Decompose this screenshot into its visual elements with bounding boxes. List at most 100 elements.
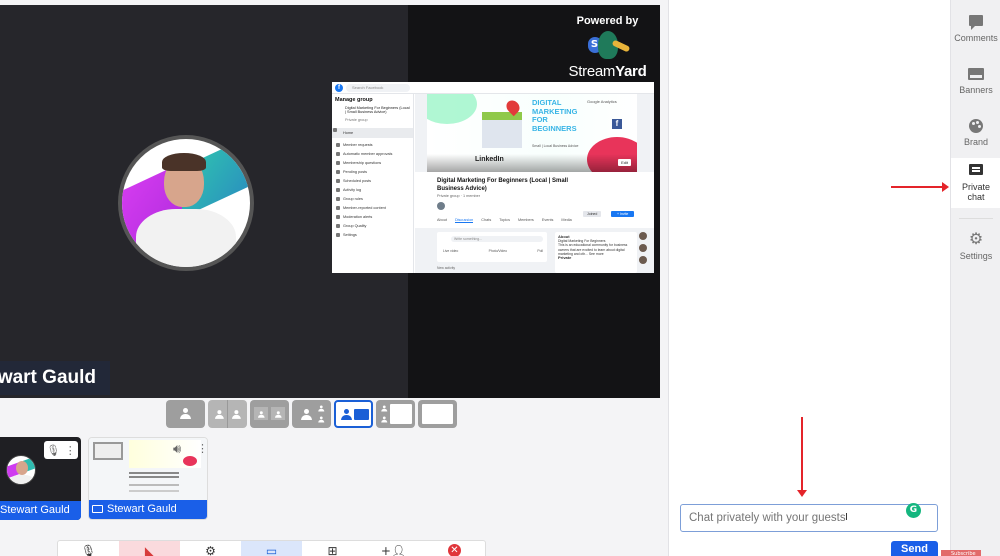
cover-google-analytics: Google Analytics — [587, 99, 617, 104]
banner-icon — [968, 66, 984, 82]
studio-toolbar: 🎙︎ ◣ ⚙ ▭ ⊞ +👤︎ ✕ — [57, 540, 486, 556]
presenter-name-tag: Stewart Gauld — [0, 361, 110, 395]
sidebar-item-settings[interactable]: ⚙ Settings — [951, 232, 1000, 268]
screen-icon — [354, 409, 369, 420]
sidebar-item-label: Banners — [959, 85, 993, 95]
send-button[interactable]: Send — [891, 541, 938, 556]
layout-selector — [166, 400, 457, 428]
mic-button[interactable]: 🎙︎ — [58, 541, 119, 556]
layout-screen-only-button[interactable] — [418, 400, 457, 428]
microphone-icon[interactable]: 🎙︎ — [46, 444, 60, 457]
guest-avatar — [6, 455, 36, 485]
fb-tab: About — [437, 218, 447, 222]
person-face — [16, 461, 28, 475]
camera-off-button[interactable]: ◣ — [119, 541, 180, 556]
fb-sidebar-item: Group rules — [335, 197, 410, 202]
invite-guest-button[interactable]: +👤︎ — [363, 541, 424, 556]
guest-thumbnail-screen[interactable]: 🔊︎ ⋮ Stewart Gauld — [88, 437, 208, 520]
fb-action: Photo/Video — [488, 249, 508, 253]
leave-studio-button[interactable]: ✕ — [424, 541, 485, 556]
layout-screen-thin-button[interactable] — [376, 400, 415, 428]
fb-cover-image: DIGITAL MARKETING FOR BEGINNERS Small | … — [427, 94, 637, 172]
fb-topbar: f Search Facebook — [332, 82, 654, 94]
person-icon — [301, 409, 312, 420]
fb-group-tabs: About Discussion Chats Topics Members Ev… — [437, 218, 572, 223]
wordmark-light: Stream — [568, 63, 616, 80]
preview-lines — [129, 472, 179, 474]
layout-screen-sidebar-button[interactable] — [334, 400, 373, 428]
fb-search: Search Facebook — [346, 84, 410, 92]
person-icon — [381, 416, 388, 423]
sidebar-item-comments[interactable]: Comments — [951, 14, 1000, 50]
facebook-logo-icon: f — [335, 84, 343, 92]
settings-button[interactable]: ⚙ — [180, 541, 241, 556]
divider — [227, 400, 228, 428]
monitor-icon — [92, 505, 103, 513]
person-hair — [162, 153, 206, 171]
broadcast-stage: Stewart Gauld Powered by S StreamYard f … — [0, 5, 660, 398]
fb-contact-avatar — [639, 244, 647, 252]
grammarly-icon[interactable]: G — [906, 503, 921, 518]
more-options-icon[interactable]: ⋮ — [197, 442, 207, 455]
fb-sidebar-title: Manage group — [335, 97, 373, 103]
studio-area: Stewart Gauld Powered by S StreamYard f … — [0, 0, 668, 556]
add-person-icon: +👤︎ — [380, 544, 407, 556]
guest-controls: 🎙︎ ⋮ — [44, 441, 78, 459]
sidebar-item-private-chat[interactable]: Private chat — [951, 158, 1000, 208]
fb-tab: Media — [561, 218, 572, 222]
person-icon — [381, 405, 388, 412]
sidebar-item-brand[interactable]: Brand — [951, 118, 1000, 154]
person-shirt — [10, 475, 34, 484]
layout-group-button[interactable] — [250, 400, 289, 428]
fb-composer-actions: Live video Photo/Video Poll — [443, 249, 543, 253]
screen-icon — [422, 404, 453, 424]
fb-sidebar-item: Activity log — [335, 188, 410, 193]
fb-group-title: Digital Marketing For Beginners (Local |… — [437, 178, 569, 192]
cover-linkedin: LinkedIn — [475, 156, 504, 163]
fb-action: Live video — [443, 249, 459, 253]
fb-sidebar-item: Pending posts — [335, 170, 410, 175]
chat-icon — [968, 163, 984, 179]
palette-icon — [968, 118, 984, 134]
fb-tab: Events — [541, 218, 554, 222]
private-chat-input[interactable] — [680, 504, 938, 532]
person-shirt — [136, 209, 236, 267]
layout-solo-button[interactable] — [166, 400, 205, 428]
fb-contact-avatar — [639, 256, 647, 264]
add-media-button[interactable]: ⊞ — [302, 541, 363, 556]
fb-group-main: DIGITAL MARKETING FOR BEGINNERS Small | … — [415, 94, 654, 273]
close-circle-icon: ✕ — [448, 544, 461, 556]
fb-about-text: This is an educational community for bus… — [558, 243, 628, 256]
fb-tab: Topics — [499, 218, 510, 222]
fb-sidebar-group-name: Digital Marketing For Beginners (Local |… — [345, 106, 410, 115]
share-screen-button[interactable]: ▭ — [241, 541, 302, 556]
camera-off-icon: ◣ — [144, 544, 155, 556]
powered-by-label: Powered by — [576, 15, 639, 27]
subscribe-overlay-badge[interactable]: Subscribe — [941, 550, 981, 556]
sidebar-item-banners[interactable]: Banners — [951, 66, 1000, 102]
fb-group-meta: Private group · 1 member — [437, 194, 481, 198]
guest-name: Stewart Gauld — [107, 503, 177, 515]
fb-sidebar-item: Moderation alerts — [335, 215, 410, 220]
speaker-icon[interactable]: 🔊︎ — [173, 442, 181, 457]
person-icon — [180, 408, 191, 419]
preview-shape — [183, 456, 197, 466]
fb-sidebar-item: Group Quality — [335, 224, 410, 229]
layout-leader-button[interactable] — [292, 400, 331, 428]
gear-icon: ⚙ — [205, 544, 216, 556]
person-icon — [318, 405, 325, 412]
gear-icon: ⚙ — [968, 231, 984, 248]
presenter-camera-avatar — [118, 135, 254, 271]
presenter-name: Stewart Gauld — [0, 367, 96, 388]
more-options-icon[interactable]: ⋮ — [65, 444, 76, 457]
fb-tab: Chats — [481, 218, 492, 222]
cover-facebook-icon: f — [612, 119, 622, 129]
guest-thumbnail-camera[interactable]: 🎙︎ ⋮ Stewart Gauld — [0, 437, 81, 520]
fb-sidebar-item: Scheduled posts — [335, 179, 410, 184]
sidebar-divider — [959, 218, 993, 219]
cover-subtitle: Small | Local Business Advice — [532, 144, 579, 148]
person-icon — [232, 410, 241, 419]
person-icon — [341, 409, 352, 420]
layout-cropped-button[interactable] — [208, 400, 247, 428]
wordmark-bold: Yard — [615, 63, 647, 80]
